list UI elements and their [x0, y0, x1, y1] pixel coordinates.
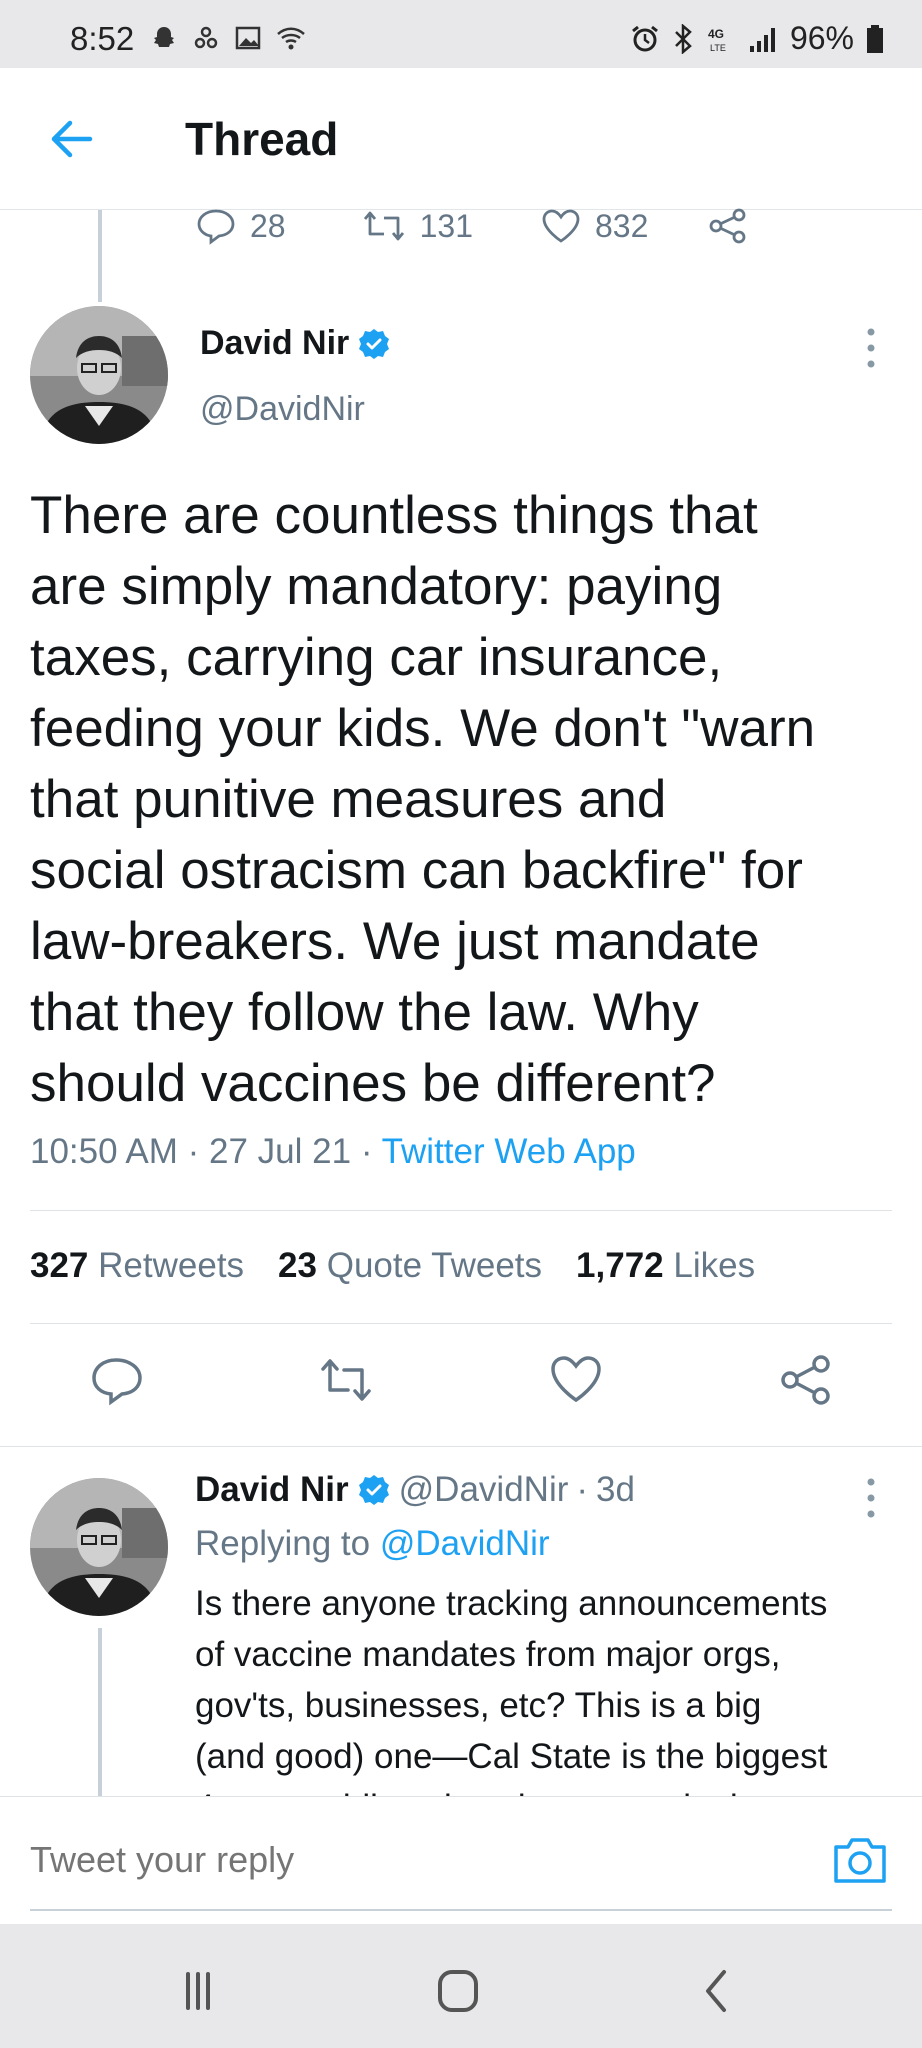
meta-separator: ·: [576, 1470, 589, 1509]
reply-compose-bar: [0, 1796, 922, 1924]
verified-badge-icon: [359, 328, 390, 359]
replying-to: Replying to @DavidNir: [195, 1524, 550, 1564]
tweet-line: taxes, carrying car insurance,: [30, 628, 723, 687]
reply-line: Is there anyone tracking announcements: [195, 1584, 828, 1623]
retweet-icon: [363, 211, 404, 241]
share-icon: [709, 208, 746, 244]
svg-text:4G: 4G: [708, 27, 724, 41]
more-options-icon[interactable]: [864, 1476, 878, 1520]
share-icon[interactable]: [778, 1352, 834, 1408]
replying-to-link[interactable]: @DavidNir: [380, 1524, 550, 1563]
thread-header: Thread: [0, 68, 922, 210]
reply-display-name: David Nir: [195, 1470, 349, 1509]
svg-text:LTE: LTE: [710, 43, 726, 53]
tweet-time: 10:50 AM: [30, 1132, 178, 1171]
home-icon[interactable]: [428, 1966, 488, 2016]
display-name: David Nir: [200, 324, 350, 362]
input-underline: [30, 1909, 892, 1911]
tweet-line: feeding your kids. We don't "warn: [30, 699, 816, 758]
status-bar: 8:52 4G LTE 96%: [0, 0, 922, 68]
section-divider: [0, 1446, 922, 1447]
signal-icon: [749, 27, 775, 52]
tweet-line: social ostracism can backfire" for: [30, 841, 803, 900]
prev-reply-count: 28: [250, 207, 286, 244]
battery-icon: [867, 24, 883, 53]
tweet-metadata: 10:50 AM · 27 Jul 21 · Twitter Web App: [30, 1132, 636, 1172]
tweet-stats: 327 Retweets 23 Quote Tweets 1,772 Likes: [30, 1246, 755, 1286]
page-title: Thread: [185, 113, 339, 165]
tweet-line: There are countless things that: [30, 486, 758, 545]
meta-separator: ·: [360, 1132, 382, 1171]
divider: [30, 1210, 892, 1211]
prev-reply-action[interactable]: 28: [196, 207, 286, 245]
previous-tweet-actions: 28 131 832: [196, 206, 748, 246]
prev-share-action[interactable]: [708, 208, 748, 244]
avatar-photo: [30, 1478, 168, 1616]
verified-badge-icon: [358, 1475, 389, 1505]
reply-handle: @DavidNir: [398, 1470, 569, 1509]
reply-line: of vaccine mandates from major orgs,: [195, 1635, 781, 1674]
prev-retweet-count: 131: [419, 207, 473, 244]
quote-count: 23: [278, 1246, 317, 1285]
reply-age: 3d: [596, 1470, 635, 1509]
retweet-count: 327: [30, 1246, 89, 1285]
like-heart-icon[interactable]: [548, 1352, 604, 1408]
tweet-line: that punitive measures and: [30, 770, 667, 829]
recent-apps-icon[interactable]: [168, 1966, 228, 2016]
app-icon: [194, 26, 218, 49]
status-left-icons: [150, 24, 306, 52]
tweet-text: There are countless things that are simp…: [30, 480, 900, 1119]
tweet-line: that they follow the law. Why: [30, 983, 699, 1042]
reply-line: gov'ts, businesses, etc? This is a big: [195, 1686, 762, 1725]
prev-retweet-action[interactable]: 131: [362, 208, 473, 245]
meta-separator: ·: [187, 1132, 210, 1171]
status-right: 4G LTE 96%: [630, 20, 884, 57]
retweets-stat[interactable]: 327 Retweets: [30, 1246, 244, 1286]
gallery-icon: [235, 26, 261, 50]
reply-tweet-header[interactable]: David Nir @DavidNir · 3d: [195, 1470, 635, 1510]
back-arrow-icon[interactable]: [46, 114, 96, 164]
tweet-source-link[interactable]: Twitter Web App: [382, 1132, 636, 1171]
prev-like-action[interactable]: 832: [541, 208, 648, 245]
thread-connector-line: [98, 210, 102, 302]
tweet-line: law-breakers. We just mandate: [30, 912, 760, 971]
like-count: 1,772: [576, 1246, 664, 1285]
tweet-date: 27 Jul 21: [209, 1132, 352, 1171]
replying-prefix: Replying to: [195, 1524, 371, 1563]
bluetooth-icon: [675, 23, 692, 54]
reply-avatar[interactable]: [30, 1478, 168, 1616]
reply-tweet-text: Is there anyone tracking announcements o…: [195, 1578, 895, 1798]
thread-connector-line: [98, 1628, 102, 1798]
retweet-label: Retweets: [98, 1246, 245, 1285]
quote-tweets-stat[interactable]: 23 Quote Tweets: [278, 1246, 542, 1286]
avatar[interactable]: [30, 306, 168, 444]
prev-like-count: 832: [594, 207, 649, 244]
back-nav-icon[interactable]: [688, 1966, 748, 2016]
divider: [30, 1323, 892, 1324]
reply-input[interactable]: [30, 1839, 790, 1881]
reply-icon: [197, 209, 235, 245]
likes-stat[interactable]: 1,772 Likes: [576, 1246, 755, 1286]
4g-lte-icon: 4G LTE: [708, 27, 726, 53]
system-nav-bar: [0, 1924, 922, 2048]
reply-line: (and good) one—Cal State is the biggest: [195, 1737, 828, 1776]
tweet-line: are simply mandatory: paying: [30, 557, 723, 616]
alarm-icon: [632, 25, 658, 51]
avatar-photo: [30, 306, 168, 444]
heart-icon: [542, 209, 580, 243]
reply-icon[interactable]: [88, 1352, 144, 1408]
main-tweet-author[interactable]: David Nir: [200, 324, 391, 363]
like-label: Likes: [673, 1246, 756, 1285]
battery-percent: 96%: [789, 20, 854, 56]
camera-icon[interactable]: [832, 1835, 888, 1885]
status-time: 8:52: [70, 20, 135, 57]
wifi-icon: [277, 27, 305, 50]
handle: @DavidNir: [200, 390, 365, 428]
tweet-line: should vaccines be different?: [30, 1054, 716, 1113]
snapchat-icon: [154, 27, 174, 47]
more-options-icon[interactable]: [864, 326, 878, 370]
tweet-action-bar: [0, 1352, 922, 1422]
retweet-icon[interactable]: [318, 1352, 374, 1408]
quote-label: Quote Tweets: [326, 1246, 543, 1285]
